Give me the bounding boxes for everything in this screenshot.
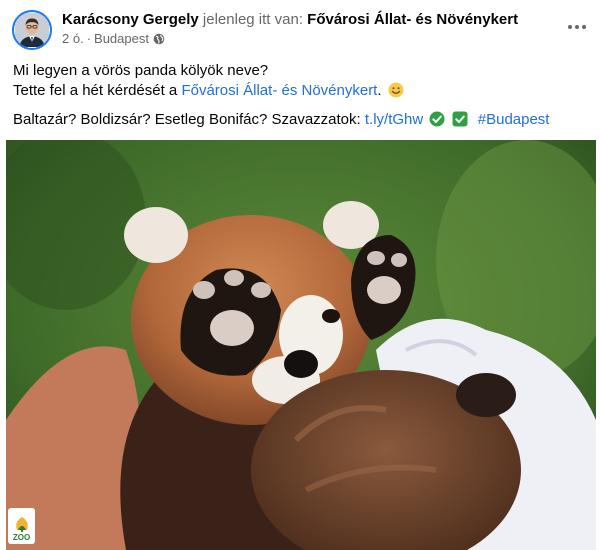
post-line-2-prefix: Tette fel a hét kérdését a [13,82,178,99]
ellipsis-icon [568,25,586,29]
place-link[interactable]: Fővárosi Állat- és Növénykert [307,11,518,28]
post-line-1: Mi legyen a vörös panda kölyök neve? [13,62,269,79]
more-options-button[interactable] [564,14,590,40]
globe-icon [153,33,165,44]
zoo-logo-graphic [15,517,28,532]
vote-link[interactable]: t.ly/tGhw [365,111,423,128]
post-photo[interactable]: ZOO [6,140,596,550]
smile-emoji-icon [388,82,404,98]
post-header: Karácsony Gergely jelenleg itt van: Fővá… [12,8,590,52]
red-panda-photo [6,140,596,550]
post-line-2: Tette fel a hét kérdését a Fővárosi Álla… [13,81,590,101]
check-box-icon [452,111,468,127]
avatar-image [15,13,49,47]
post-location[interactable]: Budapest [94,31,149,46]
post-text: Mi legyen a vörös panda kölyök neve? Tet… [13,61,590,130]
avatar[interactable] [12,10,52,50]
post-time[interactable]: 2 ó. [62,31,84,46]
zoo-logo-icon: ZOO [8,508,35,544]
zoo-page-link[interactable]: Fővárosi Állat- és Növénykert [181,82,377,99]
hashtag-link[interactable]: #Budapest [478,111,550,128]
checkin-text: jelenleg itt van: [202,11,303,28]
post-line-3-text: Baltazár? Boldizsár? Esetleg Bonifác? Sz… [13,111,361,128]
author-name[interactable]: Karácsony Gergely [62,11,199,28]
zoo-logo-text: ZOO [12,533,31,542]
post-line-2-suffix: . [377,82,382,99]
check-circle-icon [429,111,445,127]
post-line-3: Baltazár? Boldizsár? Esetleg Bonifác? Sz… [13,110,590,130]
post-meta: 2 ó. · Budapest [62,31,165,46]
author-line: Karácsony Gergely jelenleg itt van: Fővá… [62,11,518,28]
meta-separator: · [86,31,92,46]
